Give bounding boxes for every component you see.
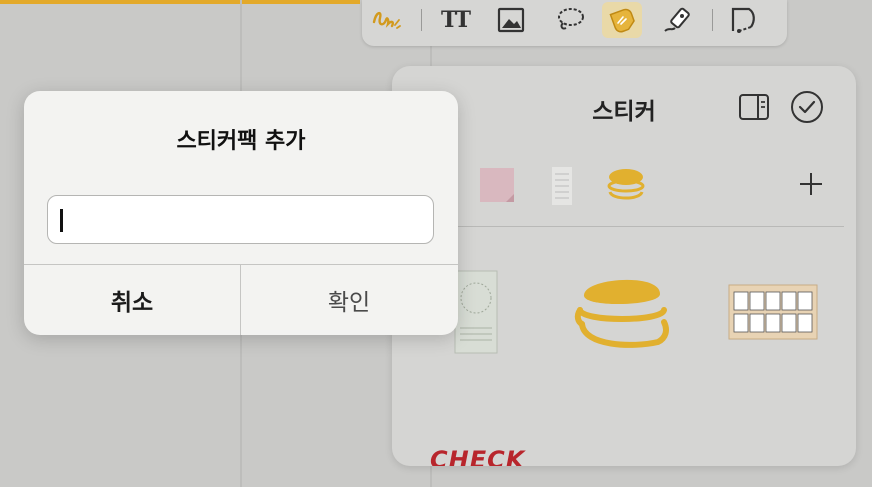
text-icon[interactable]: TT [435, 2, 475, 38]
sidebar-icon[interactable] [737, 90, 771, 124]
cancel-button[interactable]: 취소 [24, 265, 240, 335]
plus-icon[interactable] [798, 171, 824, 201]
confirm-button[interactable]: 확인 [241, 265, 457, 335]
macaron-pack[interactable] [604, 166, 648, 204]
lasso-icon[interactable] [550, 2, 590, 38]
toolbar-separator [421, 9, 422, 31]
sticker-icon[interactable] [602, 2, 642, 38]
pack-name-input[interactable] [47, 195, 434, 244]
text-caret [60, 209, 63, 232]
pink-note-pack[interactable] [478, 166, 516, 204]
drawing-toolbar: TT [362, 0, 787, 46]
macaron-sticker[interactable] [572, 266, 672, 360]
add-sticker-pack-dialog: 스티커팩 추가 취소 확인 [24, 91, 458, 335]
pen-scribble-icon[interactable] [366, 2, 406, 38]
shape-lasso-icon[interactable] [724, 2, 764, 38]
panel-divider [392, 226, 844, 227]
sticker-panel: 스티커 CHECK [392, 66, 856, 466]
calendar-grid-sticker[interactable] [728, 284, 818, 344]
dialog-title: 스티커팩 추가 [176, 129, 306, 154]
checkmark-circle-icon[interactable] [790, 90, 824, 124]
top-accent-bar [0, 0, 360, 4]
panel-title: 스티커 [592, 99, 656, 125]
toolbar-separator [712, 9, 713, 31]
lined-paper-pack[interactable] [550, 166, 574, 206]
highlighter-icon[interactable] [658, 2, 698, 38]
text-tool-label: TT [441, 7, 471, 33]
planner-sticker[interactable] [454, 270, 498, 358]
check-sticker[interactable]: CHECK [430, 446, 525, 466]
image-icon[interactable] [491, 2, 531, 38]
